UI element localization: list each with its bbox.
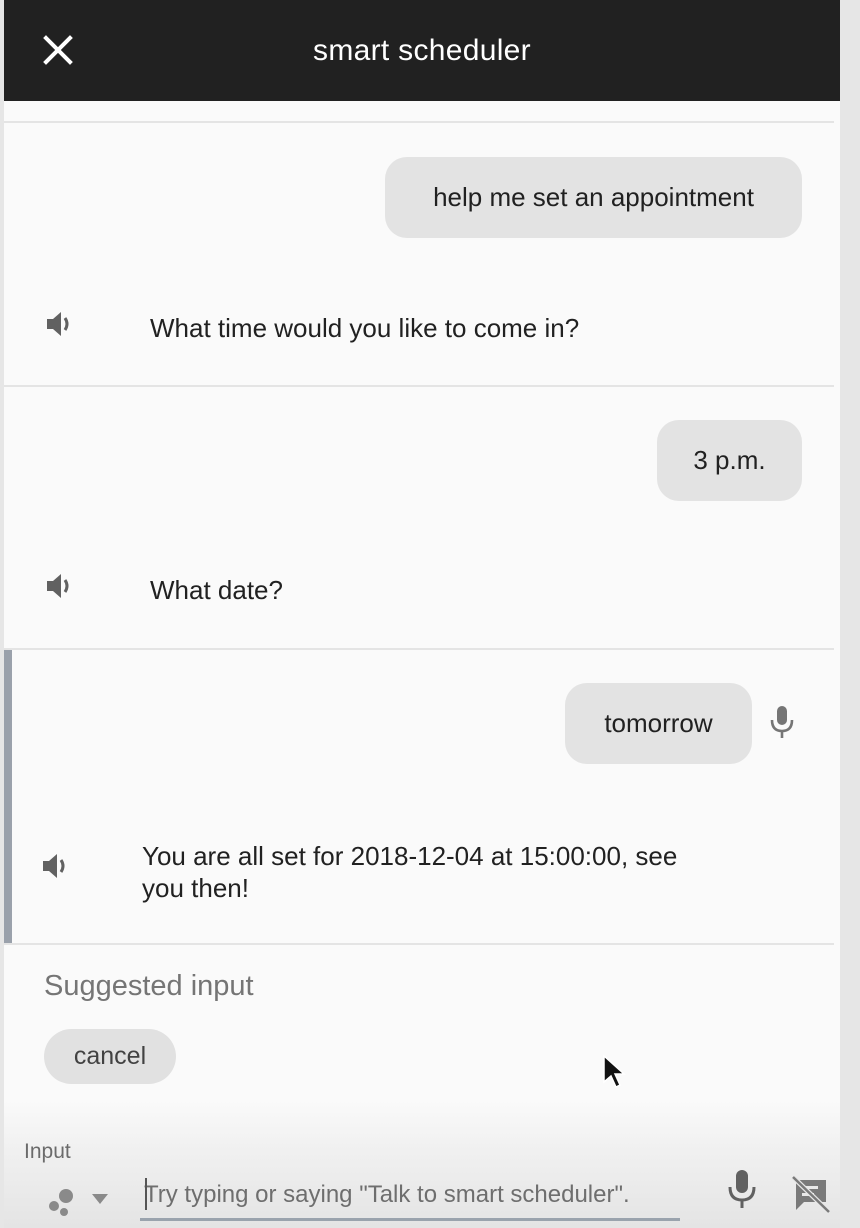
speaker-icon [47, 574, 69, 598]
input-underline [140, 1218, 680, 1221]
assistant-dots-icon [49, 1189, 108, 1216]
speaker-button[interactable] [42, 306, 78, 342]
suggested-input-label: Suggested input [44, 970, 254, 1002]
input-label: Input [24, 1140, 71, 1163]
text-caret [145, 1178, 147, 1210]
voice-input-indicator[interactable] [764, 700, 800, 744]
agent-message-text: You are all set for 2018-12-04 at 15:00:… [142, 840, 762, 904]
page-title: smart scheduler [313, 33, 531, 67]
agent-message: You are all set for 2018-12-04 at 15:00:… [4, 836, 834, 916]
suggestion-chip-cancel[interactable]: cancel [44, 1029, 176, 1084]
speaker-button[interactable] [38, 848, 74, 884]
suggestion-chip-label: cancel [73, 1042, 147, 1070]
agent-message-line: You are all set for 2018-12-04 at 15:00:… [142, 841, 678, 871]
agent-message-text: What time would you like to come in? [150, 313, 580, 343]
speaker-icon [43, 854, 65, 878]
user-message-bubble: help me set an appointment [385, 157, 802, 238]
speaker-button[interactable] [42, 568, 78, 604]
microphone-button[interactable] [722, 1166, 762, 1212]
user-message-text: tomorrow [604, 708, 713, 738]
divider [4, 648, 834, 650]
divider [4, 943, 834, 945]
assistant-toggle[interactable] [44, 1178, 116, 1218]
header-bar: smart scheduler [4, 0, 840, 101]
query-input[interactable] [140, 1172, 684, 1218]
mouse-cursor-icon [603, 1054, 626, 1089]
divider [4, 121, 834, 123]
chat-off-icon [791, 1175, 831, 1214]
agent-message-text: What date? [150, 575, 283, 605]
microphone-icon [770, 706, 794, 738]
speaker-icon [47, 312, 69, 336]
user-message-bubble: tomorrow [565, 683, 752, 764]
agent-message-line: you then! [142, 873, 249, 903]
agent-message: What date? [4, 562, 834, 622]
divider [4, 385, 834, 387]
agent-message: What time would you like to come in? [4, 300, 834, 360]
chevron-down-icon [92, 1194, 108, 1204]
user-message-text: help me set an appointment [433, 182, 754, 212]
user-message-bubble: 3 p.m. [657, 420, 802, 501]
microphone-icon [728, 1170, 756, 1208]
disable-chat-button[interactable] [788, 1172, 834, 1216]
user-message-text: 3 p.m. [693, 445, 766, 475]
